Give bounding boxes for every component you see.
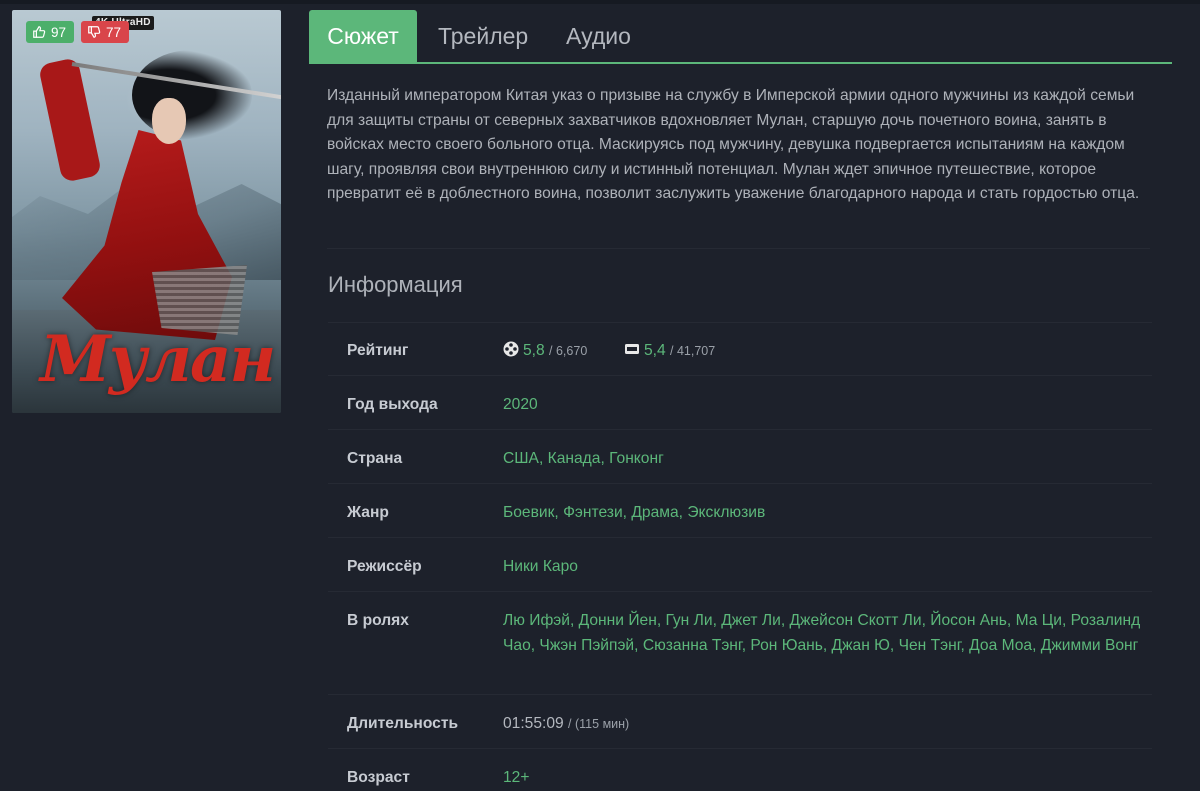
poster-title-art: Мулан bbox=[40, 322, 276, 397]
dislike-button[interactable]: 77 bbox=[81, 21, 130, 43]
info-row-genre: Жанр Боевик, Фэнтези, Драма, Эксклюзив bbox=[328, 485, 1152, 538]
imdb-votes: 41,707 bbox=[676, 344, 716, 358]
poster-hair bbox=[132, 50, 252, 140]
cast-member-link[interactable]: Джет Ли bbox=[721, 612, 781, 629]
cast-member-link[interactable]: Лю Ифэй bbox=[503, 612, 570, 629]
year-label: Год выхода bbox=[347, 396, 438, 413]
thumbs-up-icon bbox=[33, 26, 46, 38]
info-row-duration: Длительность 01:55:09 / (115 мин) bbox=[328, 696, 1152, 749]
info-heading: Информация bbox=[328, 272, 463, 297]
country-values: США, Канада, Гонконг bbox=[503, 450, 664, 467]
thumbs-down-icon bbox=[88, 26, 101, 38]
tab-audio[interactable]: Аудио bbox=[566, 10, 631, 62]
country-link[interactable]: Гонконг bbox=[609, 450, 664, 467]
director-values: Ники Каро bbox=[503, 555, 1143, 580]
content-tabs: Сюжет Трейлер Аудио bbox=[309, 10, 1172, 64]
country-label: Страна bbox=[347, 450, 403, 467]
cast-values: Лю Ифэй, Донни Йен, Гун Ли, Джет Ли, Дже… bbox=[503, 612, 1141, 654]
cast-member-link[interactable]: Донни Йен bbox=[579, 612, 657, 629]
genre-label: Жанр bbox=[347, 504, 389, 521]
year-link[interactable]: 2020 bbox=[503, 396, 538, 413]
cast-member-link[interactable]: Доа Моа bbox=[969, 637, 1032, 654]
rating-value: 5,8 / 6,670 5,4 / 41,707 bbox=[503, 339, 1143, 364]
info-row-country: Страна США, Канада, Гонконг bbox=[328, 431, 1152, 484]
cast-member-link[interactable]: Джимми Вонг bbox=[1041, 637, 1139, 654]
info-row-rating: Рейтинг 5,8 / 6,670 5,4 / 41,707 bbox=[328, 322, 1152, 376]
country-link[interactable]: Канада bbox=[548, 450, 601, 467]
movie-poster[interactable]: Мулан bbox=[12, 10, 281, 413]
like-count: 97 bbox=[51, 24, 67, 40]
kp-votes: 6,670 bbox=[555, 344, 588, 358]
genre-values: Боевик, Фэнтези, Драма, Эксклюзив bbox=[503, 504, 766, 521]
genre-link[interactable]: Боевик bbox=[503, 504, 554, 521]
cast-member-link[interactable]: Рон Юань bbox=[750, 637, 823, 654]
top-strip bbox=[0, 0, 1200, 4]
age-label: Возраст bbox=[347, 769, 410, 786]
info-row-age: Возраст 12+ bbox=[328, 750, 1152, 791]
duration-value: 01:55:09 bbox=[503, 715, 564, 732]
dislike-count: 77 bbox=[106, 24, 122, 40]
cast-label: В ролях bbox=[347, 612, 409, 629]
imdb-icon bbox=[624, 344, 639, 354]
director-label: Режиссёр bbox=[347, 558, 422, 575]
cast-member-link[interactable]: Джейсон Скотт Ли bbox=[790, 612, 922, 629]
genre-link[interactable]: Эксклюзив bbox=[687, 504, 765, 521]
poster-face bbox=[152, 98, 186, 144]
cast-member-link[interactable]: Чен Тэнг bbox=[899, 637, 961, 654]
kp-rating: 5,8 bbox=[523, 342, 545, 359]
info-row-director: Режиссёр Ники Каро bbox=[328, 539, 1152, 592]
age-link[interactable]: 12+ bbox=[503, 769, 529, 786]
film-reel-icon bbox=[503, 341, 519, 357]
cast-member-link[interactable]: Сюзанна Тэнг bbox=[643, 637, 742, 654]
info-row-year: Год выхода 2020 bbox=[328, 377, 1152, 430]
duration-minutes: (115 мин) bbox=[575, 717, 630, 731]
poster-arm bbox=[37, 57, 103, 183]
plot-description: Изданный императором Китая указ о призыв… bbox=[327, 87, 1140, 202]
country-link[interactable]: США bbox=[503, 450, 539, 467]
genre-link[interactable]: Фэнтези bbox=[563, 504, 623, 521]
cast-member-link[interactable]: Йосон Ань bbox=[930, 612, 1007, 629]
cast-member-link[interactable]: Джан Ю bbox=[832, 637, 890, 654]
genre-link[interactable]: Драма bbox=[631, 504, 678, 521]
cast-member-link[interactable]: Ма Ци bbox=[1016, 612, 1062, 629]
cast-member-link[interactable]: Чжэн Пэйпэй bbox=[539, 637, 634, 654]
like-button[interactable]: 97 bbox=[26, 21, 75, 43]
rating-label: Рейтинг bbox=[347, 342, 409, 359]
cast-member-link[interactable]: Гун Ли bbox=[665, 612, 712, 629]
duration-label: Длительность bbox=[347, 715, 459, 732]
director-link[interactable]: Ники Каро bbox=[503, 558, 578, 575]
imdb-rating: 5,4 bbox=[643, 342, 666, 359]
tab-trailer[interactable]: Трейлер bbox=[438, 10, 528, 62]
tab-plot[interactable]: Сюжет bbox=[309, 10, 417, 62]
info-row-cast: В ролях Лю Ифэй, Донни Йен, Гун Ли, Джет… bbox=[328, 593, 1152, 695]
divider bbox=[327, 248, 1150, 249]
